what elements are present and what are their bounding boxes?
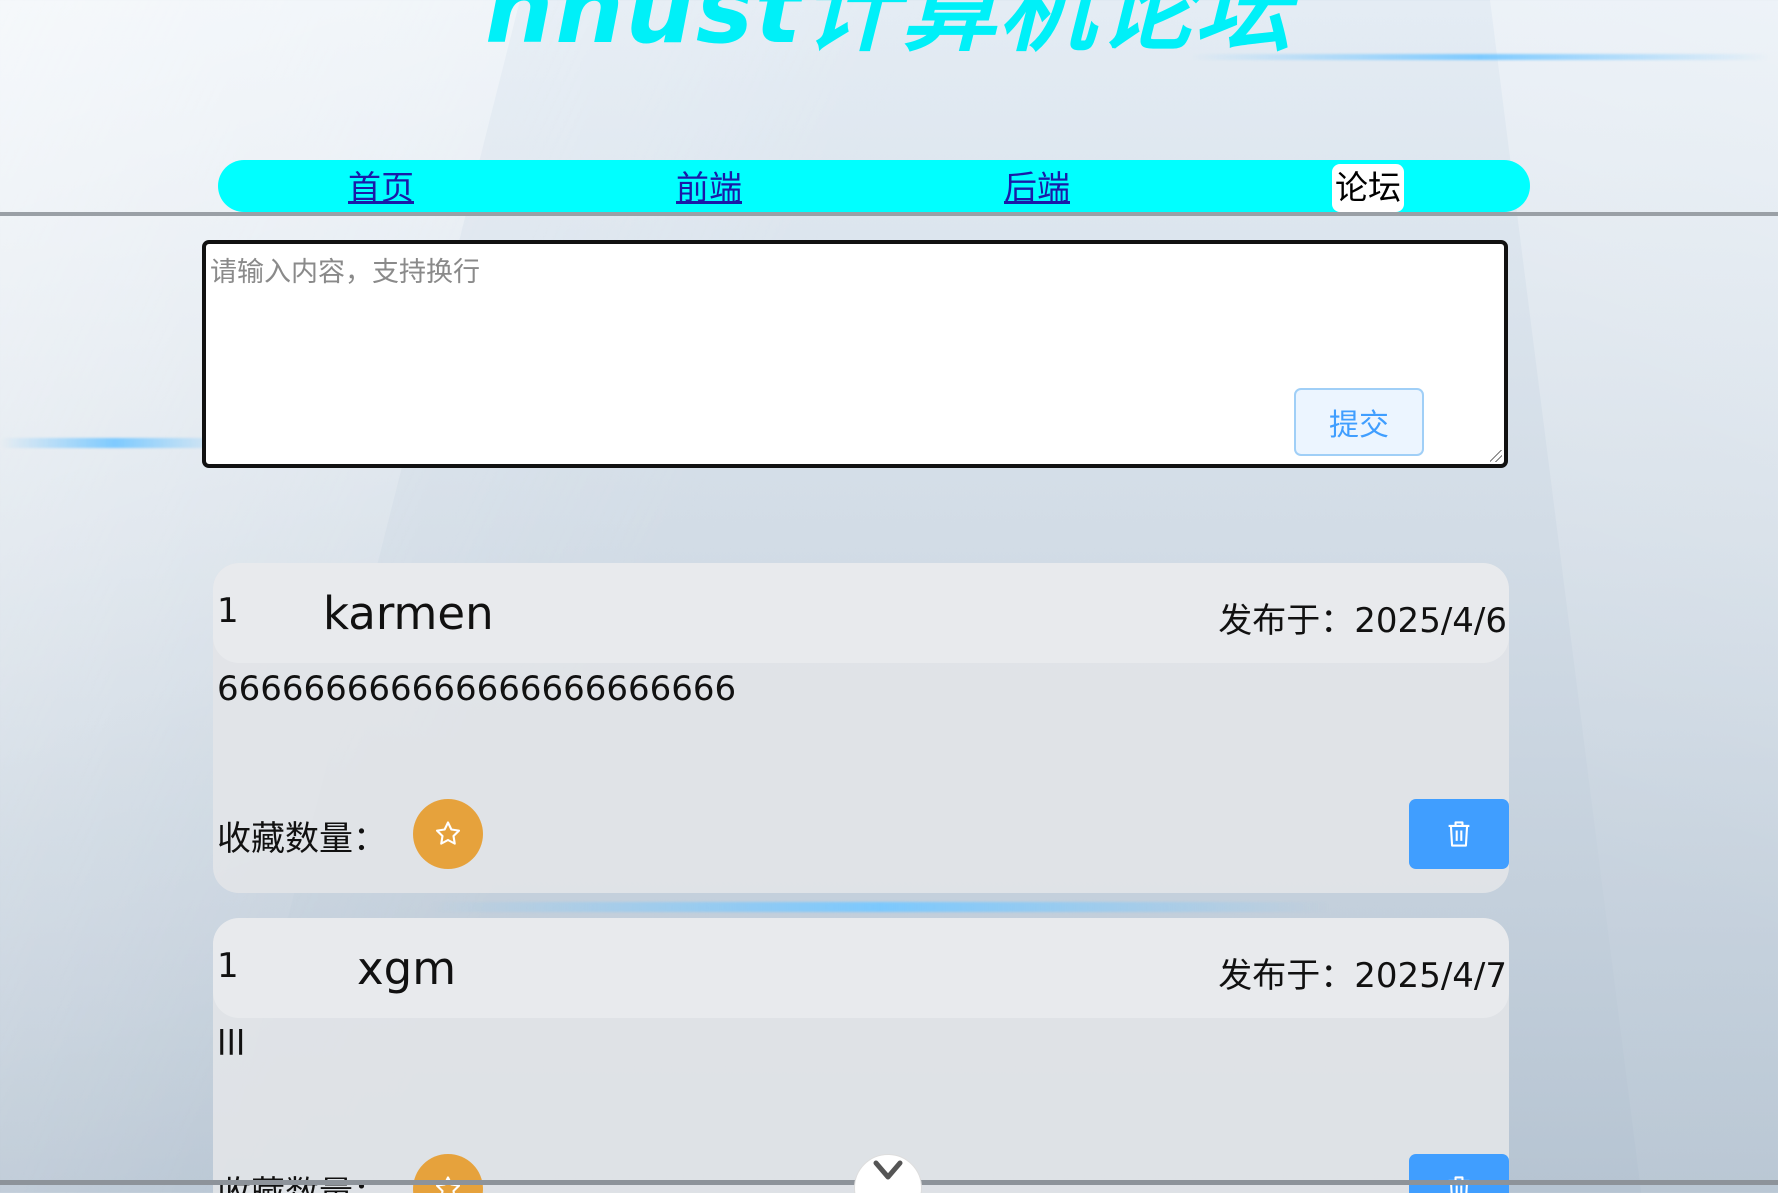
star-icon <box>435 821 461 845</box>
delete-button[interactable] <box>1409 1154 1509 1193</box>
post-date: 发布于：2025/4/6 <box>1218 601 1507 641</box>
background-glow-line <box>430 902 1330 912</box>
nav-link-forum[interactable]: 论坛 <box>1332 164 1404 212</box>
post-index: 1 <box>217 946 239 986</box>
nav-link-frontend[interactable]: 前端 <box>676 168 742 208</box>
trash-icon <box>1448 821 1470 847</box>
post-content: 666666666666666666666666 <box>217 669 737 709</box>
favorite-button[interactable] <box>413 1154 483 1193</box>
background-glow-line <box>0 438 230 448</box>
site-title: hnust计算机论坛 <box>484 0 1294 65</box>
post-index: 1 <box>217 591 239 631</box>
chevron-down-icon <box>873 1160 903 1180</box>
delete-button[interactable] <box>1409 799 1509 869</box>
nav-link-home[interactable]: 首页 <box>348 168 414 208</box>
post-card: 1 xgm 发布于：2025/4/7 lll 收藏数量： <box>213 918 1509 1193</box>
post-date: 发布于：2025/4/7 <box>1218 956 1507 996</box>
post-content: lll <box>217 1024 246 1064</box>
post-author: xgm <box>357 942 457 995</box>
post-header: 1 xgm 发布于：2025/4/7 <box>213 918 1509 1018</box>
submit-button[interactable]: 提交 <box>1294 388 1424 456</box>
nav-divider <box>0 212 1778 216</box>
favorite-button[interactable] <box>413 799 483 869</box>
post-card: 1 karmen 发布于：2025/4/6 666666666666666666… <box>213 563 1509 893</box>
favorite-count-label: 收藏数量： <box>217 819 387 859</box>
post-author: karmen <box>323 587 494 640</box>
post-composer: 提交 <box>202 240 1508 468</box>
main-nav: 首页 前端 后端 论坛 <box>218 160 1530 212</box>
resize-handle[interactable] <box>1490 450 1502 462</box>
nav-link-backend[interactable]: 后端 <box>1004 168 1070 208</box>
post-header: 1 karmen 发布于：2025/4/6 <box>213 563 1509 663</box>
